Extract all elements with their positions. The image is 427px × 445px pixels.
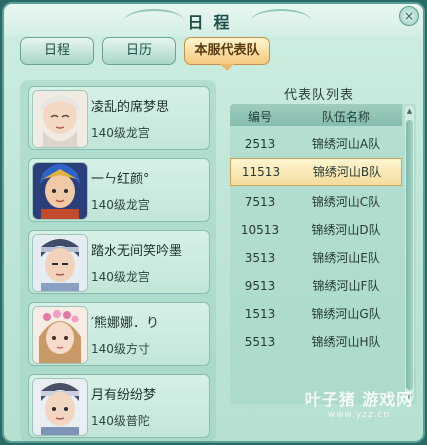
member-card[interactable]: 一ㄣ红颜° 140级龙宫 — [28, 158, 210, 222]
team-name: 锦绣河山D队 — [311, 223, 381, 237]
active-tab-pointer — [220, 64, 234, 71]
member-card[interactable]: 月有纷纷梦 140级普陀 — [28, 374, 210, 438]
youth-portrait-icon — [33, 379, 87, 435]
team-row[interactable]: 1513 锦绣河山G队 — [230, 300, 402, 328]
avatar — [32, 306, 88, 364]
member-name: 踏水无间笑吟墨 — [91, 244, 183, 259]
team-name: 锦绣河山C队 — [311, 195, 381, 209]
member-panel: 凌乱的席梦思 140级龙宫 一ㄣ红颜° 140级龙宫 踏水无间笑吟墨 140级龙… — [20, 80, 216, 441]
member-name: 月有纷纷梦 — [91, 388, 157, 403]
team-name: 锦绣河山A队 — [311, 137, 381, 151]
swordsman-portrait-icon — [33, 235, 87, 291]
team-list: 编号 队伍名称 2513 锦绣河山A队 11513 锦绣河山B队 7513 锦绣… — [230, 104, 416, 404]
team-id: 5513 — [244, 335, 276, 349]
member-card[interactable]: 踏水无间笑吟墨 140级龙宫 — [28, 230, 210, 294]
member-name: ′熊娜娜．り — [91, 316, 159, 331]
member-name: 凌乱的席梦思 — [91, 100, 170, 115]
team-list-header: 编号 队伍名称 — [230, 104, 402, 126]
team-name: 锦绣河山H队 — [311, 335, 381, 349]
team-row[interactable]: 5513 锦绣河山H队 — [230, 328, 402, 356]
member-name: 一ㄣ红颜° — [91, 172, 150, 187]
header-id: 编号 — [247, 110, 272, 124]
team-id: 2513 — [244, 137, 276, 151]
member-level: 140级龙宫 — [91, 126, 150, 140]
member-level: 140级龙宫 — [91, 270, 150, 284]
avatar — [32, 90, 88, 148]
tab-calendar[interactable]: 日历 — [102, 37, 176, 65]
team-name: 锦绣河山B队 — [312, 165, 382, 179]
window-title: 日程 — [187, 13, 240, 32]
member-card[interactable]: ′熊娜娜．り 140级方寸 — [28, 302, 210, 366]
avatar — [32, 162, 88, 220]
elder-portrait-icon — [33, 91, 87, 147]
member-level: 140级龙宫 — [91, 198, 150, 212]
watermark-url: www.yzz.cn — [327, 410, 391, 420]
site-watermark: 叶子猪 游戏网 www.yzz.cn — [294, 386, 423, 420]
team-row[interactable]: 9513 锦绣河山F队 — [230, 272, 402, 300]
team-row[interactable]: 3513 锦绣河山E队 — [230, 244, 402, 272]
team-list-title: 代表队列表 — [283, 88, 354, 103]
team-row-selected[interactable]: 11513 锦绣河山B队 — [230, 158, 402, 186]
team-id: 11513 — [241, 165, 281, 179]
team-row[interactable]: 2513 锦绣河山A队 — [230, 130, 402, 158]
title-bar: 日程 × — [4, 4, 423, 36]
member-level: 140级方寸 — [91, 342, 150, 356]
schedule-window: 日程 × 日程 日历 本服代表队 凌乱的席梦思 140级龙宫 一ㄣ红颜° 140… — [2, 2, 425, 443]
team-id: 9513 — [244, 279, 276, 293]
warrior-portrait-icon — [33, 163, 87, 219]
tab-schedule[interactable]: 日程 — [20, 37, 94, 65]
member-level: 140级普陀 — [91, 414, 150, 428]
team-name: 锦绣河山E队 — [312, 251, 380, 265]
member-card[interactable]: 凌乱的席梦思 140级龙宫 — [28, 86, 210, 150]
close-button[interactable]: × — [399, 6, 419, 26]
watermark-brand: 叶子猪 游戏网 — [304, 390, 414, 409]
team-row[interactable]: 10513 锦绣河山D队 — [230, 216, 402, 244]
scroll-up-icon[interactable]: ▲ — [405, 106, 414, 116]
team-id: 1513 — [244, 307, 276, 321]
team-id: 10513 — [240, 223, 280, 237]
team-list-scrollbar[interactable]: ▲ ▼ — [405, 106, 414, 402]
team-name: 锦绣河山G队 — [311, 307, 381, 321]
team-name: 锦绣河山F队 — [312, 279, 380, 293]
maiden-portrait-icon — [33, 307, 87, 363]
team-row[interactable]: 7513 锦绣河山C队 — [230, 188, 402, 216]
team-id: 7513 — [244, 195, 276, 209]
header-name: 队伍名称 — [321, 110, 370, 124]
scroll-thumb[interactable] — [406, 120, 413, 390]
tab-server-team[interactable]: 本服代表队 — [184, 37, 270, 65]
avatar — [32, 378, 88, 436]
team-id: 3513 — [244, 251, 276, 265]
avatar — [32, 234, 88, 292]
